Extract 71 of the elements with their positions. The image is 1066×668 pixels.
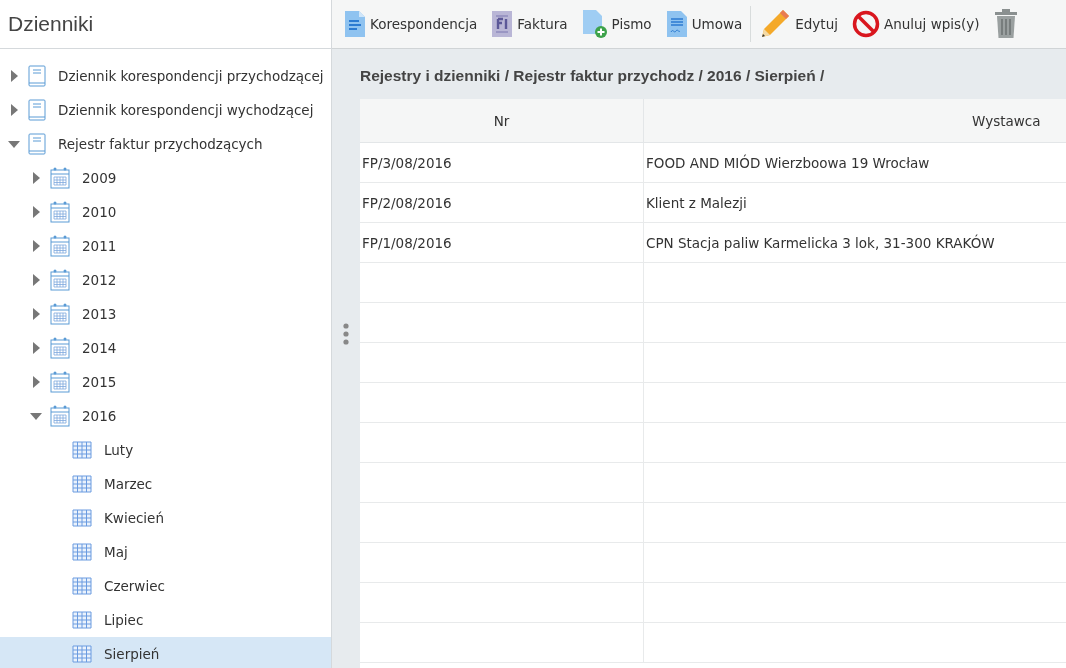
table-cell: FOOD AND MIÓD Wierzboowa 19 Wrocław [643,142,1066,183]
calendar-icon [50,337,70,359]
tree-item[interactable]: Dziennik korespondencji wychodzącej [0,93,331,127]
tree-item[interactable]: 2015 [0,365,331,399]
splitter-handle-icon[interactable] [343,323,349,345]
calendar-icon [50,269,70,291]
expand-triangle-icon[interactable] [30,206,42,218]
tree-item[interactable]: 2013 [0,297,331,331]
tree-item[interactable]: Kwiecień [0,501,331,535]
calendar-icon [50,303,70,325]
book-icon [28,133,46,155]
book-icon [28,65,46,87]
expand-triangle-icon[interactable] [30,308,42,320]
grid-icon [72,645,92,663]
table-cell: CPN Stacja paliw Karmelicka 3 lok, 31-300 KRAKÓW [643,222,1066,263]
column-header[interactable]: Nr [360,99,644,143]
document-icon [344,10,366,38]
toolbar-button[interactable]: Edytuj [753,4,844,44]
grid-icon [72,509,92,527]
new-document-icon [581,9,608,39]
toolbar-button[interactable]: Pismo [575,5,658,43]
table-cell: FP/1/08/2016 [360,222,644,263]
tree-item[interactable]: 2014 [0,331,331,365]
grid-icon [72,475,92,493]
toolbar-button[interactable]: Umowa [659,6,749,42]
invoice-icon [491,10,514,38]
table-cell: FP/3/08/2016 [360,142,644,183]
tree-item[interactable]: 2016 [0,399,331,433]
tree-item[interactable]: Maj [0,535,331,569]
calendar-icon [50,167,70,189]
trash-icon [993,9,1018,39]
contract-icon [665,10,688,38]
tree-item[interactable]: Luty [0,433,331,467]
tree-item[interactable]: 2010 [0,195,331,229]
book-icon [28,99,46,121]
expand-triangle-icon[interactable] [30,172,42,184]
column-header[interactable]: Wystawca [643,99,1066,143]
expand-triangle-icon[interactable] [8,70,20,82]
table-cell: Klient z Malezji [643,182,1066,223]
tree-item[interactable]: Lipiec [0,603,331,637]
collapse-triangle-icon[interactable] [8,138,20,150]
toolbar-button[interactable]: Faktura [485,6,574,42]
table-cell: FP/2/08/2016 [360,182,644,223]
tree-item[interactable]: Rejestr faktur przychodzących [0,127,331,161]
tree-item[interactable]: 2012 [0,263,331,297]
expand-triangle-icon[interactable] [30,240,42,252]
breadcrumb: Rejestry i dzienniki / Rejestr faktur przychodz / 2016 / Sierpień / [360,67,826,85]
grid-icon [72,543,92,561]
expand-triangle-icon[interactable] [8,104,20,116]
tree-item[interactable]: 2011 [0,229,331,263]
tree-item[interactable]: Dziennik korespondencji przychodzącej [0,59,331,93]
tree-item[interactable]: 2009 [0,161,331,195]
tree-item[interactable]: Marzec [0,467,331,501]
grid-icon [72,611,92,629]
collapse-triangle-icon[interactable] [30,410,42,422]
tree-item[interactable]: Czerwiec [0,569,331,603]
pencil-icon [759,8,792,40]
expand-triangle-icon[interactable] [30,274,42,286]
calendar-icon [50,201,70,223]
calendar-icon [50,405,70,427]
calendar-icon [50,235,70,257]
toolbar-button[interactable]: Korespondencja [338,6,484,42]
tree-item[interactable]: Sierpień [0,637,331,668]
expand-triangle-icon[interactable] [30,376,42,388]
grid-icon [72,441,92,459]
expand-triangle-icon[interactable] [30,342,42,354]
prohibited-icon [851,10,880,38]
panel-title: Dzienniki [8,12,94,36]
calendar-icon [50,371,70,393]
toolbar-button[interactable]: Anuluj wpis(y) [845,6,986,42]
grid-icon [72,577,92,595]
